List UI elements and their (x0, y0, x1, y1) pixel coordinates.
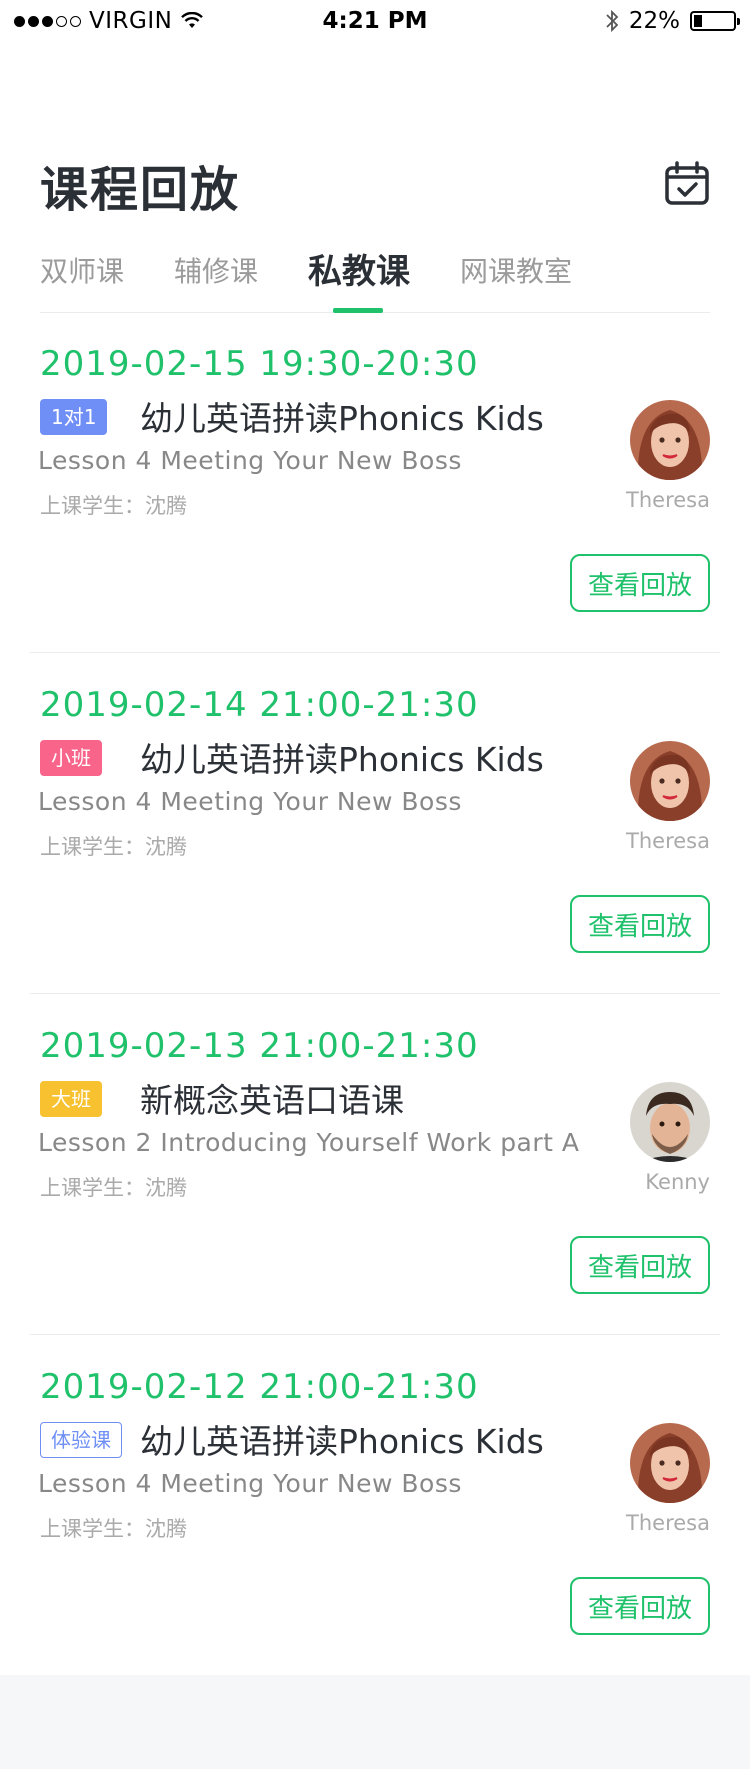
teacher-avatar (630, 1082, 710, 1162)
tab-bar: 双师课 辅修课 私教课 网课教室 (40, 246, 710, 313)
lesson-name: Lesson 4 Meeting Your New Boss (38, 787, 462, 816)
tab-label: 双师课 (40, 255, 125, 288)
view-replay-button[interactable]: 查看回放 (570, 1577, 710, 1635)
student-info: 上课学生：沈腾 (40, 494, 187, 518)
battery-percent: 22% (628, 8, 680, 34)
course-list: 2019-02-15 19:30-20:30 1对1 幼儿英语拼读Phonics K… (0, 312, 750, 1675)
course-card[interactable]: 2019-02-13 21:00-21:30 大班 新概念英语口语课 Lesson 2… (30, 993, 720, 1334)
course-datetime: 2019-02-12 21:00-21:30 (40, 1367, 479, 1407)
tab-online-classroom[interactable]: 网课教室 (460, 246, 572, 312)
lesson-name: Lesson 4 Meeting Your New Boss (38, 446, 462, 475)
course-title: 新概念英语口语课 (140, 1081, 404, 1120)
bluetooth-icon (606, 9, 619, 33)
battery-icon (690, 11, 740, 31)
tab-dual-teacher[interactable]: 双师课 (40, 246, 124, 312)
course-type-badge: 大班 (40, 1081, 102, 1117)
tab-label: 辅修课 (174, 255, 259, 288)
course-card[interactable]: 2019-02-15 19:30-20:30 1对1 幼儿英语拼读Phonics K… (30, 312, 720, 652)
course-type-badge: 体验课 (40, 1422, 122, 1458)
course-datetime: 2019-02-13 21:00-21:30 (40, 1026, 479, 1066)
teacher-name: Theresa (626, 829, 710, 853)
tab-minor-course[interactable]: 辅修课 (174, 246, 258, 312)
course-type-badge: 小班 (40, 740, 102, 776)
list-footer (0, 1675, 750, 1769)
teacher-avatar (630, 741, 710, 821)
tab-private-tutoring[interactable]: 私教课 (308, 246, 411, 313)
page-title: 课程回放 (40, 162, 241, 218)
status-bar: VIRGIN 4:21 PM 22% (0, 0, 750, 44)
tab-label: 私教课 (308, 252, 411, 292)
tab-label: 网课教室 (460, 255, 573, 288)
course-type-badge: 1对1 (40, 399, 108, 435)
teacher-avatar (630, 1423, 710, 1503)
teacher-name: Theresa (626, 1511, 710, 1535)
student-info: 上课学生：沈腾 (40, 1517, 187, 1541)
course-title: 幼儿英语拼读Phonics Kids (140, 1422, 544, 1461)
student-info: 上课学生：沈腾 (40, 835, 187, 859)
course-title: 幼儿英语拼读Phonics Kids (140, 740, 544, 779)
view-replay-button[interactable]: 查看回放 (570, 895, 710, 953)
lesson-name: Lesson 4 Meeting Your New Boss (38, 1469, 462, 1498)
course-datetime: 2019-02-15 19:30-20:30 (40, 344, 479, 384)
course-card[interactable]: 2019-02-14 21:00-21:30 小班 幼儿英语拼读Phonics Ki… (30, 652, 720, 993)
teacher-name: Theresa (626, 488, 710, 512)
calendar-check-icon[interactable] (664, 160, 710, 206)
lesson-name: Lesson 2 Introducing Yourself Work part … (38, 1128, 580, 1157)
view-replay-button[interactable]: 查看回放 (570, 554, 710, 612)
teacher-avatar (630, 400, 710, 480)
student-info: 上课学生：沈腾 (40, 1176, 187, 1200)
course-card[interactable]: 2019-02-12 21:00-21:30 体验课 幼儿英语拼读Phonics K… (30, 1334, 720, 1675)
view-replay-button[interactable]: 查看回放 (570, 1236, 710, 1294)
course-title: 幼儿英语拼读Phonics Kids (140, 399, 544, 438)
status-right: 22% (605, 8, 740, 34)
teacher-name: Kenny (645, 1170, 710, 1194)
course-datetime: 2019-02-14 21:00-21:30 (40, 685, 479, 725)
